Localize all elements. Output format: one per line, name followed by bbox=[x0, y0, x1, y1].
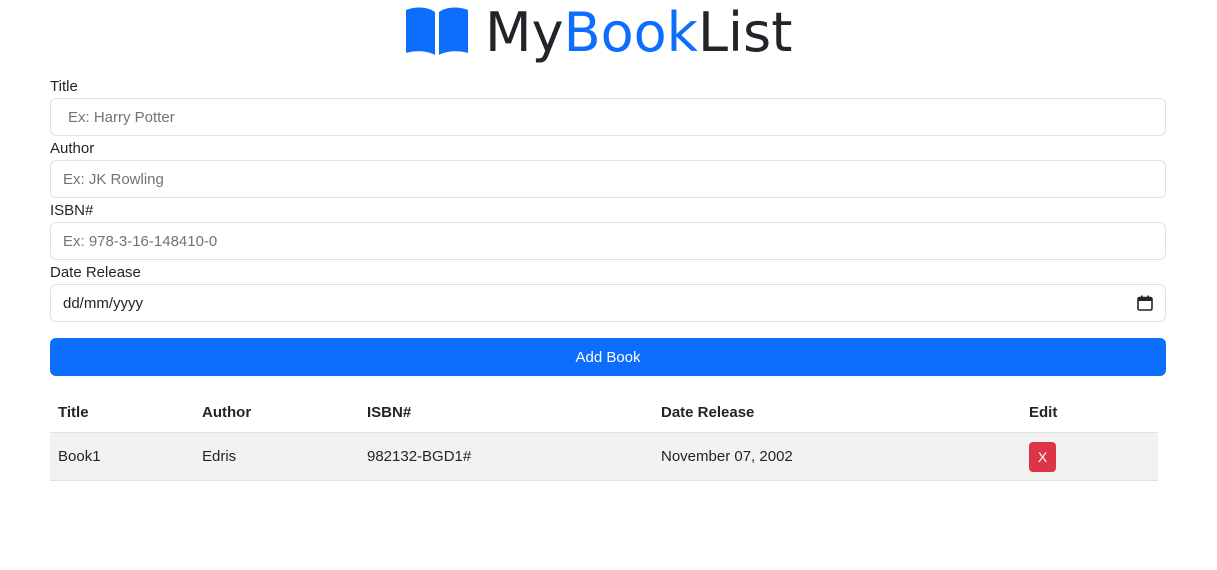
isbn-placeholder: Ex: 978-3-16-148410-0 bbox=[63, 232, 218, 250]
calendar-icon[interactable] bbox=[1137, 295, 1153, 311]
delete-book-button[interactable]: X bbox=[1029, 441, 1056, 472]
cell-edit: X bbox=[1021, 432, 1158, 481]
book-table: Title Author ISBN# Date Release Edit Boo… bbox=[50, 392, 1158, 481]
header-edit: Edit bbox=[1021, 392, 1158, 433]
header-author: Author bbox=[194, 392, 359, 433]
cell-author: Edris bbox=[194, 432, 359, 481]
add-book-button[interactable]: Add Book bbox=[50, 338, 1166, 376]
add-book-form: Title Ex: Harry Potter Author Ex: JK Row… bbox=[50, 76, 1166, 324]
title-label: Title bbox=[50, 78, 78, 95]
header-isbn: ISBN# bbox=[359, 392, 653, 433]
table-header-row: Title Author ISBN# Date Release Edit bbox=[50, 392, 1158, 433]
table-row: Book1 Edris 982132-BGD1# November 07, 20… bbox=[50, 432, 1158, 481]
cell-title: Book1 bbox=[50, 432, 194, 481]
header: MyBookList bbox=[0, 0, 1217, 70]
author-input[interactable]: Ex: JK Rowling bbox=[50, 160, 1166, 198]
date-format-text: dd/mm/yyyy bbox=[63, 294, 144, 312]
brand-part-my: My bbox=[485, 1, 564, 64]
cell-isbn: 982132-BGD1# bbox=[359, 432, 653, 481]
header-title: Title bbox=[50, 392, 194, 433]
brand-part-list: List bbox=[697, 1, 793, 64]
isbn-input[interactable]: Ex: 978-3-16-148410-0 bbox=[50, 222, 1166, 260]
cell-date-release: November 07, 2002 bbox=[653, 432, 1021, 481]
author-label: Author bbox=[50, 140, 95, 157]
author-placeholder: Ex: JK Rowling bbox=[63, 170, 164, 188]
brand-part-book: Book bbox=[563, 1, 698, 64]
title-input[interactable]: Ex: Harry Potter bbox=[50, 98, 1166, 136]
date-release-label: Date Release bbox=[50, 264, 141, 281]
brand-logo-text: MyBookList bbox=[485, 0, 792, 68]
open-book-icon bbox=[406, 7, 468, 55]
date-release-input[interactable]: dd/mm/yyyy bbox=[50, 284, 1166, 322]
title-placeholder: Ex: Harry Potter bbox=[68, 108, 175, 126]
header-date-release: Date Release bbox=[653, 392, 1021, 433]
isbn-label: ISBN# bbox=[50, 202, 94, 219]
